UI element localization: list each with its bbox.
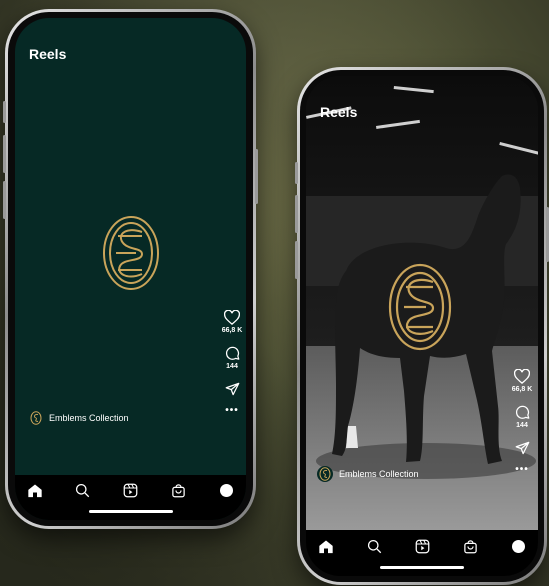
phone-left: Reels 66,8 K 144 ••• Emblems Collection [3, 9, 258, 529]
emblem-logo [103, 216, 159, 290]
share-action[interactable] [507, 441, 537, 455]
reel-actions: 66,8 K 144 ••• [217, 310, 246, 416]
search-icon[interactable] [73, 480, 93, 500]
phone-right: Reels 66,8 K 144 ••• Emblems Collection [295, 67, 549, 585]
side-button [3, 181, 6, 219]
heart-icon[interactable] [514, 369, 530, 384]
home-icon[interactable] [25, 480, 45, 500]
side-button [3, 101, 6, 123]
reel-actions: 66,8 K 144 ••• [507, 369, 537, 475]
reels-title: Reels [320, 104, 358, 120]
side-button [295, 241, 298, 279]
emblem-logo [388, 263, 452, 351]
side-button [295, 162, 298, 184]
avatar[interactable] [317, 466, 333, 482]
reel-screen-right[interactable]: Reels 66,8 K 144 ••• Emblems Collection [306, 76, 538, 576]
side-button [255, 149, 258, 204]
home-indicator [380, 566, 464, 569]
like-action[interactable]: 66,8 K [217, 310, 246, 334]
bottom-nav [306, 530, 538, 576]
send-icon[interactable] [225, 382, 240, 396]
reels-title: Reels [29, 46, 67, 62]
comment-icon[interactable] [515, 405, 530, 420]
shop-icon[interactable] [168, 480, 188, 500]
more-icon[interactable]: ••• [507, 465, 537, 475]
like-count: 66,8 K [221, 327, 243, 334]
account-row[interactable]: Emblems Collection [29, 411, 129, 425]
like-action[interactable]: 66,8 K [507, 369, 537, 393]
send-icon[interactable] [515, 441, 530, 455]
profile-icon[interactable] [508, 536, 528, 556]
profile-icon[interactable] [216, 480, 236, 500]
reels-icon[interactable] [412, 536, 432, 556]
account-row[interactable]: Emblems Collection [317, 466, 419, 482]
comment-action[interactable]: 144 [507, 405, 537, 429]
home-icon[interactable] [316, 536, 336, 556]
bottom-nav [15, 475, 246, 520]
reels-icon[interactable] [121, 480, 141, 500]
comment-icon[interactable] [225, 346, 240, 361]
account-name[interactable]: Emblems Collection [339, 469, 419, 479]
comment-count: 144 [226, 363, 238, 370]
side-button [295, 195, 298, 233]
comment-count: 144 [516, 422, 528, 429]
account-name[interactable]: Emblems Collection [49, 413, 129, 423]
emblem-avatar-icon [319, 467, 331, 481]
avatar[interactable] [29, 411, 43, 425]
search-icon[interactable] [364, 536, 384, 556]
comment-action[interactable]: 144 [217, 346, 246, 370]
more-icon[interactable]: ••• [217, 406, 246, 416]
heart-icon[interactable] [224, 310, 240, 325]
home-indicator [88, 510, 173, 513]
like-count: 66,8 K [511, 386, 533, 393]
emblem-avatar-icon [30, 411, 42, 425]
side-button [3, 135, 6, 173]
reel-screen-left[interactable]: Reels 66,8 K 144 ••• Emblems Collection [15, 18, 246, 520]
shop-icon[interactable] [460, 536, 480, 556]
share-action[interactable] [217, 382, 246, 396]
